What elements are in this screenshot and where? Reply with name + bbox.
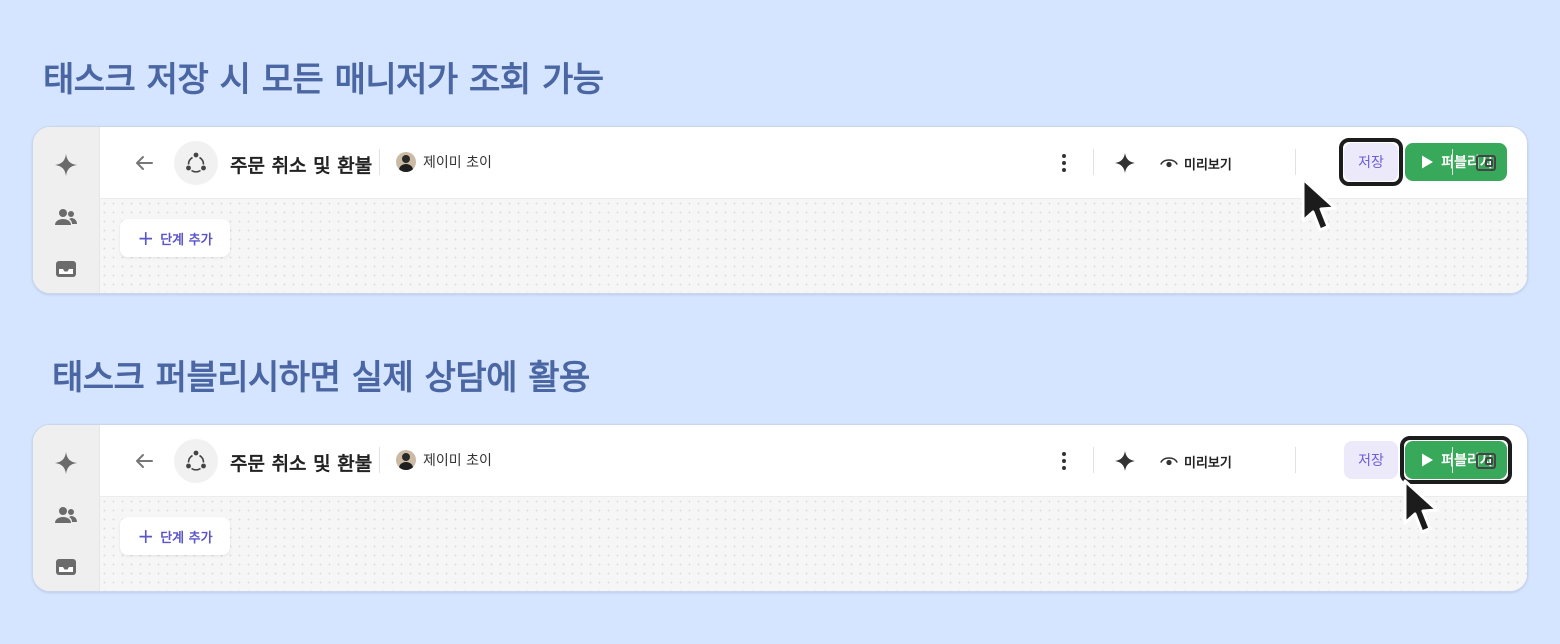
divider (379, 447, 380, 473)
add-step-button[interactable]: + 단계 추가 (120, 517, 230, 555)
heading-save: 태스크 저장 시 모든 매니저가 조회 가능 (43, 60, 604, 100)
add-step-button[interactable]: + 단계 추가 (120, 219, 230, 257)
avatar (396, 450, 416, 470)
task-title: 주문 취소 및 환불 (230, 155, 373, 177)
more-vertical-icon[interactable] (1052, 449, 1076, 473)
inbox-icon[interactable] (54, 257, 78, 281)
divider (1452, 149, 1453, 175)
users-icon[interactable] (54, 503, 78, 527)
inbox-icon[interactable] (54, 555, 78, 579)
preview-label: 미리보기 (1184, 157, 1232, 173)
plus-icon: + (137, 226, 155, 250)
sidebar (33, 127, 100, 293)
plus-icon: + (137, 524, 155, 548)
avatar (396, 152, 416, 172)
divider (1093, 447, 1094, 473)
task-editor-panel-publish: 주문 취소 및 환불 제이미 초이 미리보기 저장 퍼블리시 + 단계 추가 (32, 424, 1528, 592)
divider (1295, 447, 1296, 473)
side-panel-icon[interactable] (1474, 151, 1498, 175)
heading-publish: 태스크 퍼블리시하면 실제 상담에 활용 (52, 358, 590, 398)
eye-icon (1160, 159, 1178, 168)
back-arrow-icon[interactable] (132, 449, 156, 473)
workflow-canvas[interactable]: + 단계 추가 (100, 199, 1527, 293)
save-button[interactable]: 저장 (1344, 441, 1398, 479)
task-title: 주문 취소 및 환불 (230, 453, 373, 475)
preview-button[interactable]: 미리보기 (1160, 449, 1232, 473)
save-button[interactable]: 저장 (1344, 143, 1398, 181)
divider (379, 149, 380, 175)
workflow-icon (174, 439, 218, 483)
task-owner: 제이미 초이 (423, 155, 492, 171)
eye-icon (1160, 457, 1178, 466)
add-step-label: 단계 추가 (160, 530, 213, 546)
preview-label: 미리보기 (1184, 455, 1232, 471)
more-vertical-icon[interactable] (1052, 151, 1076, 175)
divider (1093, 149, 1094, 175)
users-icon[interactable] (54, 205, 78, 229)
divider (1295, 149, 1296, 175)
workflow-canvas[interactable]: + 단계 추가 (100, 497, 1527, 591)
divider (1452, 447, 1453, 473)
ai-sparkle-icon[interactable] (1113, 151, 1137, 175)
sparkle-icon[interactable] (54, 153, 78, 177)
workflow-icon (174, 141, 218, 185)
task-toolbar: 주문 취소 및 환불 제이미 초이 미리보기 저장 퍼블리시 (100, 425, 1527, 497)
play-icon (1422, 155, 1434, 169)
preview-button[interactable]: 미리보기 (1160, 151, 1232, 175)
back-arrow-icon[interactable] (132, 151, 156, 175)
ai-sparkle-icon[interactable] (1113, 449, 1137, 473)
add-step-label: 단계 추가 (160, 232, 213, 248)
task-editor-panel-save: 주문 취소 및 환불 제이미 초이 미리보기 저장 퍼블리시 + 단계 추가 (32, 126, 1528, 294)
side-panel-icon[interactable] (1474, 449, 1498, 473)
task-toolbar: 주문 취소 및 환불 제이미 초이 미리보기 저장 퍼블리시 (100, 127, 1527, 199)
sidebar (33, 425, 100, 591)
task-owner: 제이미 초이 (423, 453, 492, 469)
play-icon (1422, 453, 1434, 467)
sparkle-icon[interactable] (54, 451, 78, 475)
